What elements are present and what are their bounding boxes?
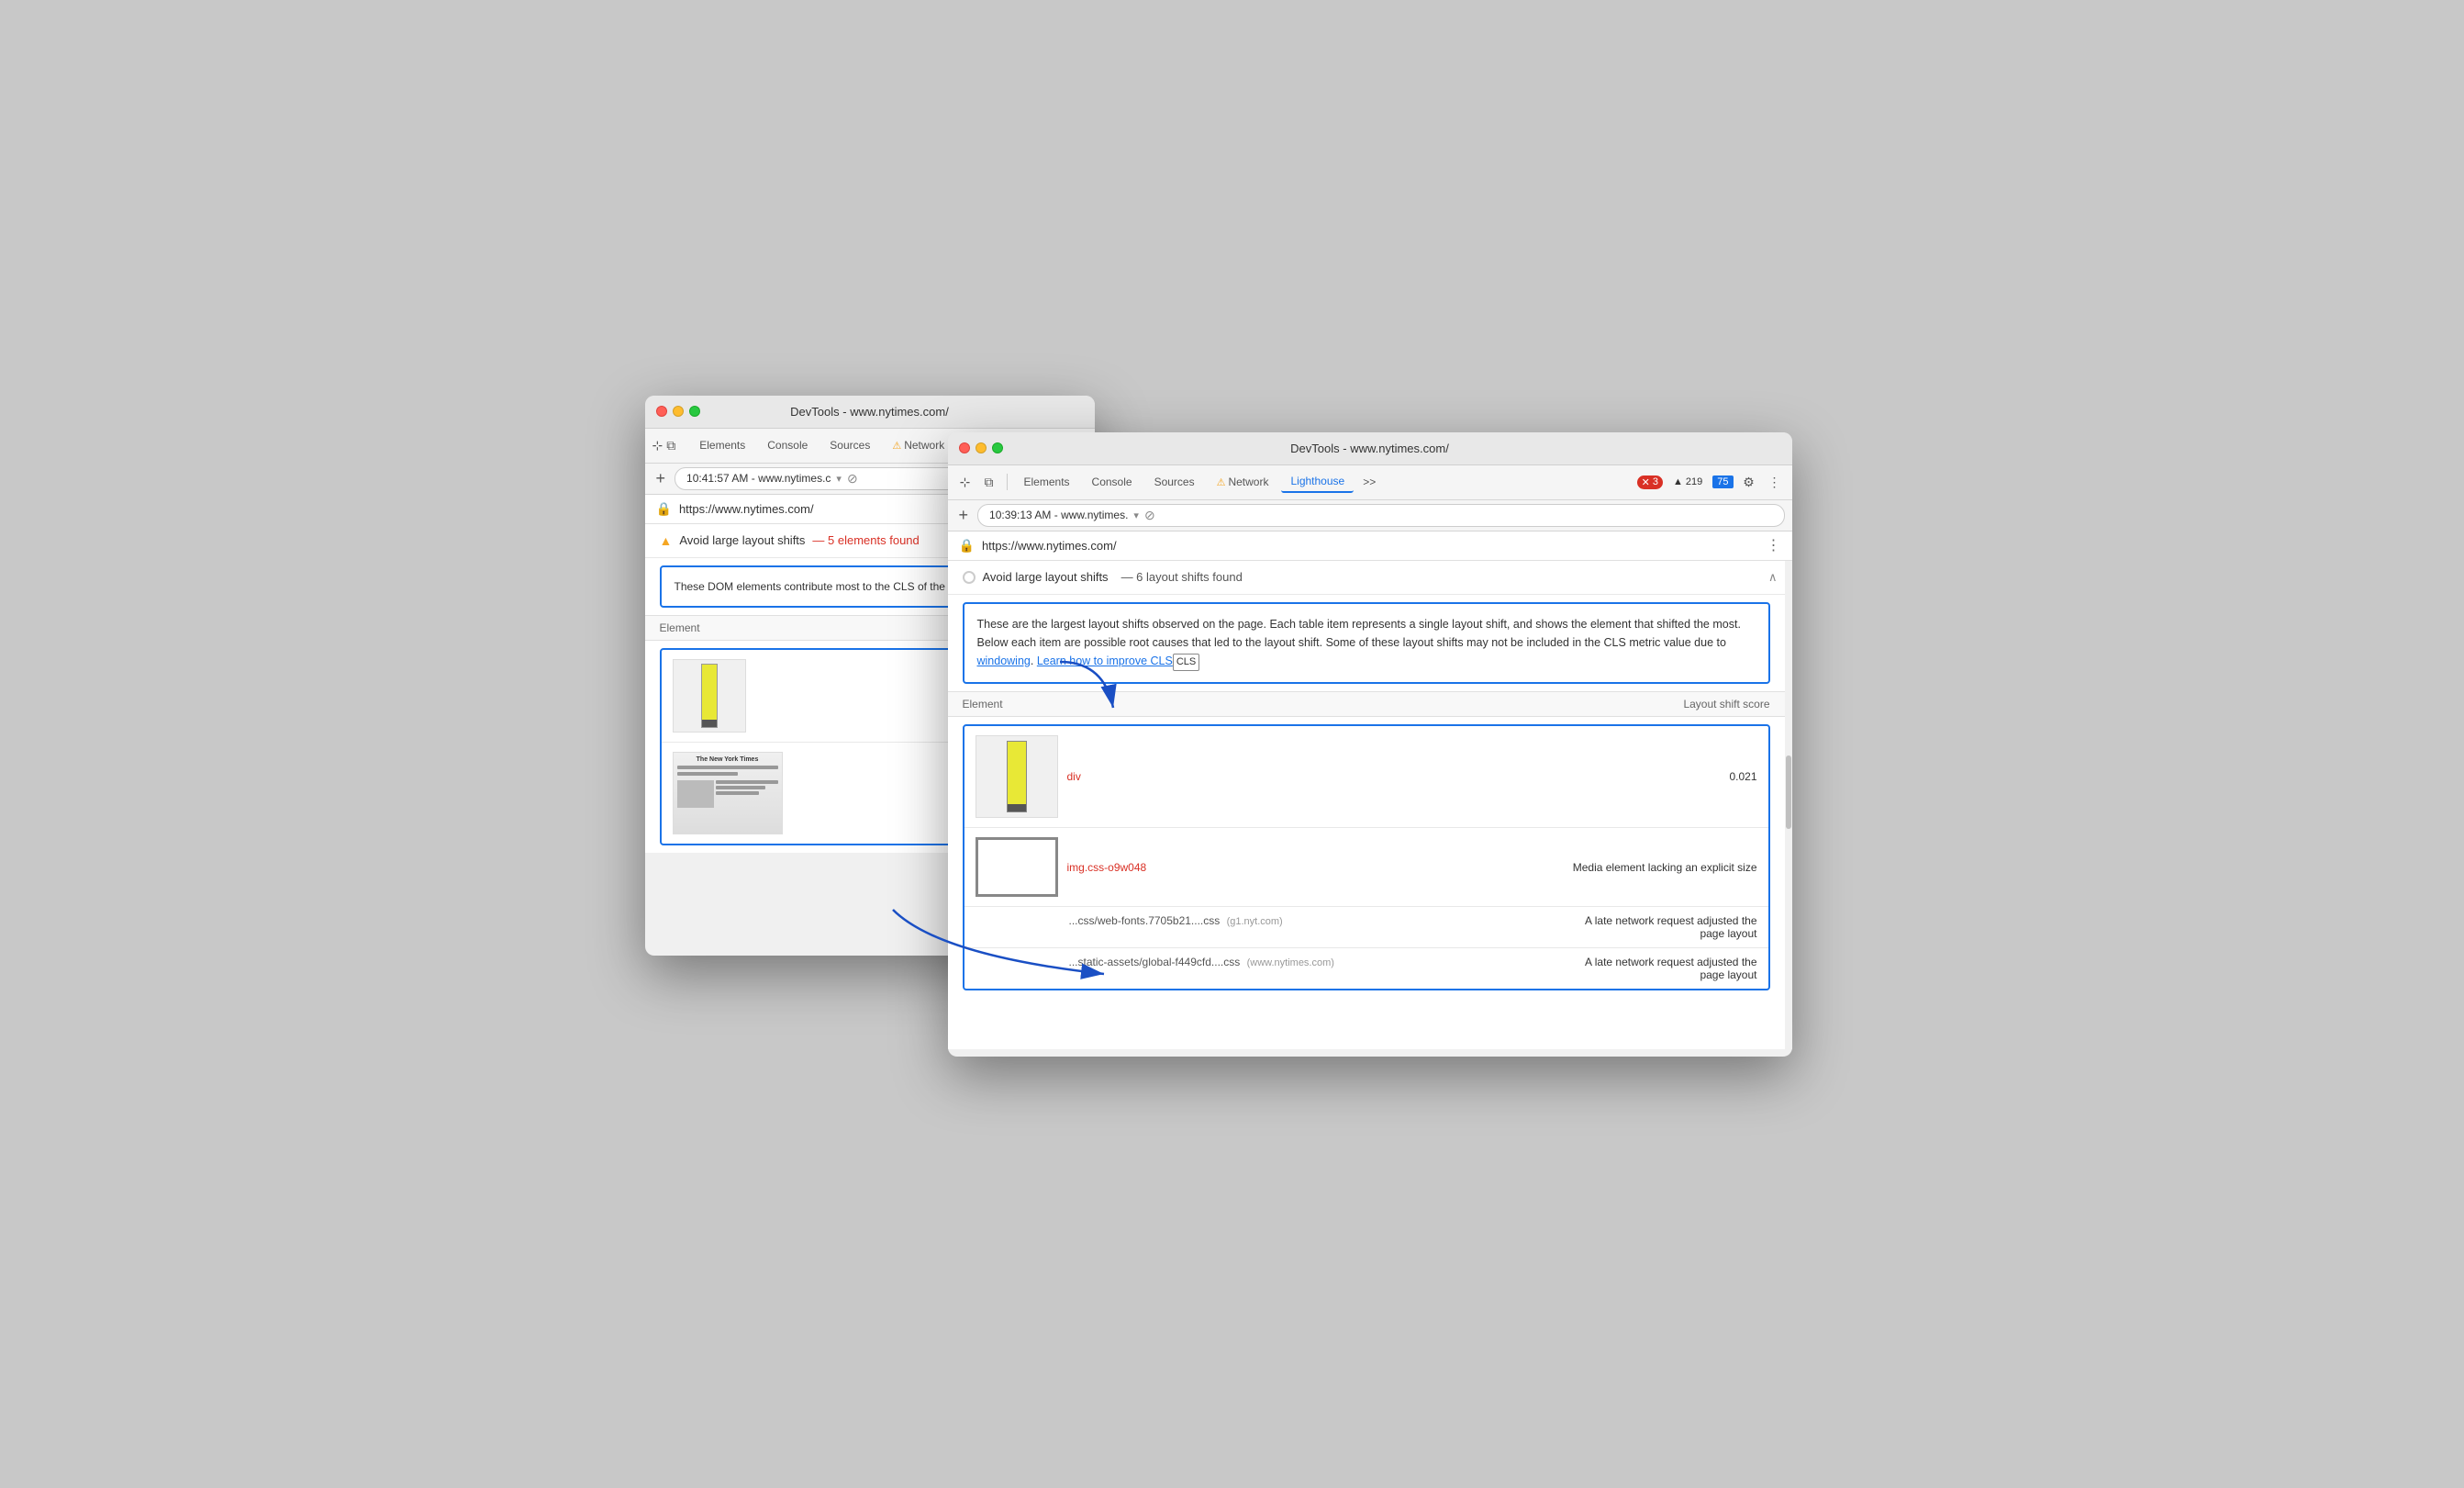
network-file-2: ...static-assets/global-f449cfd....css (… [1069, 956, 1334, 968]
audit-count-back: — 5 elements found [812, 533, 919, 547]
sub-tag-front: img.css-o9w048 [1067, 861, 1147, 874]
dropdown-icon-front[interactable]: ▾ [1133, 509, 1139, 521]
new-tab-button-front[interactable]: + [955, 506, 973, 525]
tab-network-back[interactable]: ⚠ Network [883, 435, 953, 455]
tab-elements-front[interactable]: Elements [1015, 472, 1079, 492]
network-file-1: ...css/web-fonts.7705b21....css (g1.nyt.… [1069, 914, 1283, 927]
sub-element-row-front: img.css-o9w048 Media element lacking an … [964, 828, 1768, 907]
element-thumb-2-back: The New York Times [673, 752, 783, 834]
audit-row-front: Avoid large layout shifts — 6 layout shi… [948, 561, 1792, 595]
tall-bar-front [1007, 741, 1027, 812]
url-text-front: https://www.nytimes.com/ [982, 539, 1759, 553]
addressbar-front: + 10:39:13 AM - www.nytimes. ▾ ⊘ [948, 500, 1792, 531]
titlebar-back: DevTools - www.nytimes.com/ [645, 396, 1095, 429]
traffic-lights-back [656, 406, 700, 417]
url-lock-icon-front: 🔒 [959, 538, 975, 554]
address-time-front: 10:39:13 AM - www.nytimes. [989, 509, 1128, 521]
desc-box-front: These are the largest layout shifts obse… [963, 602, 1770, 685]
scrollbar-thumb-front[interactable] [1786, 755, 1791, 829]
urlbar-front: 🔒 https://www.nytimes.com/ ⋮ [948, 531, 1792, 561]
th-score-front: Layout shift score [1683, 698, 1769, 710]
main-thumb-front [976, 735, 1058, 818]
tab-network-front[interactable]: ⚠ Network [1208, 472, 1278, 492]
main-element-row-front: div 0.021 [964, 726, 1768, 828]
element-section-front: div 0.021 img.css-o9w048 Media element l… [963, 724, 1770, 990]
audit-title-front: Avoid large layout shifts [983, 570, 1109, 584]
network-desc-2: A late network request adjusted the page… [1585, 956, 1756, 981]
sub-desc-front: Media element lacking an explicit size [1573, 861, 1757, 874]
tab-sources-back[interactable]: Sources [820, 435, 879, 455]
audit-circle-front [963, 571, 976, 584]
network-warning-icon: ⚠ [892, 440, 901, 452]
audit-title-back: Avoid large layout shifts [679, 533, 805, 547]
close-button-back[interactable] [656, 406, 667, 417]
tab-console-back[interactable]: Console [758, 435, 817, 455]
layers-icon-front[interactable]: ⧉ [979, 472, 999, 492]
tab-elements-back[interactable]: Elements [690, 435, 754, 455]
stop-icon-front[interactable]: ⊘ [1144, 508, 1155, 523]
cls-badge: CLS [1173, 654, 1199, 672]
element-thumb-1-back [673, 659, 746, 733]
tab-lighthouse-front[interactable]: Lighthouse [1281, 471, 1354, 493]
more-icon-front[interactable]: ⋮ [1765, 472, 1785, 492]
audit-count-front: — 6 layout shifts found [1121, 570, 1243, 584]
network-warning-icon-front: ⚠ [1217, 476, 1226, 488]
tab-sources-front[interactable]: Sources [1145, 472, 1204, 492]
window-title-front: DevTools - www.nytimes.com/ [1290, 442, 1449, 455]
th-element-front: Element [963, 698, 1684, 710]
new-tab-button-back[interactable]: + [652, 469, 670, 488]
urlbar-more-icon-front[interactable]: ⋮ [1767, 536, 1781, 554]
table-header-front: Element Layout shift score [948, 691, 1792, 717]
minimize-button-back[interactable] [673, 406, 684, 417]
thumb-tall-back [701, 664, 718, 728]
stop-icon-back[interactable]: ⊘ [847, 471, 858, 487]
settings-icon-front[interactable]: ⚙ [1739, 472, 1759, 492]
address-time-back: 10:41:57 AM - www.nytimes.c [686, 472, 831, 485]
devtools-window-front: DevTools - www.nytimes.com/ ⊹ ⧉ Elements… [948, 432, 1792, 1057]
desc-text-front: These are the largest layout shifts obse… [977, 618, 1741, 649]
layers-icon[interactable]: ⧉ [666, 435, 675, 455]
url-warning-icon-back: 🔒 [656, 501, 672, 517]
network-row-2-front: ...static-assets/global-f449cfd....css (… [964, 948, 1768, 989]
windowing-link[interactable]: windowing [977, 654, 1031, 667]
info-badge-front: 75 [1712, 475, 1733, 488]
address-field-front[interactable]: 10:39:13 AM - www.nytimes. ▾ ⊘ [977, 504, 1784, 527]
sub-thumb-front [976, 837, 1058, 897]
main-score-front: 0.021 [1729, 770, 1756, 783]
content-front: Avoid large layout shifts — 6 layout shi… [948, 561, 1792, 1049]
close-button-front[interactable] [959, 442, 970, 453]
minimize-button-front[interactable] [976, 442, 987, 453]
warning-badge-front: ▲ 219 [1668, 475, 1707, 488]
network-row-1-front: ...css/web-fonts.7705b21....css (g1.nyt.… [964, 907, 1768, 948]
audit-warning-icon-back: ▲ [660, 533, 673, 548]
toolbar-right-front: ✕ 3 ▲ 219 75 ⚙ ⋮ [1637, 472, 1785, 492]
network-desc-1: A late network request adjusted the page… [1585, 914, 1756, 940]
cursor-icon[interactable]: ⊹ [652, 435, 663, 455]
cursor-icon-front[interactable]: ⊹ [955, 472, 976, 492]
window-title-back: DevTools - www.nytimes.com/ [790, 405, 949, 419]
thumb-newspaper-back: The New York Times [674, 753, 782, 834]
error-badge-front: ✕ 3 [1637, 475, 1663, 489]
more-tabs-front[interactable]: >> [1357, 472, 1381, 492]
main-tag-front: div [1067, 770, 1081, 783]
learn-cls-link[interactable]: Learn how to improve CLS [1037, 654, 1173, 667]
maximize-button-front[interactable] [992, 442, 1003, 453]
toolbar-separator-front [1007, 474, 1008, 490]
scrollbar-track-front [1785, 561, 1792, 1049]
traffic-lights-front [959, 442, 1003, 453]
titlebar-front: DevTools - www.nytimes.com/ [948, 432, 1792, 465]
tab-console-front[interactable]: Console [1083, 472, 1142, 492]
toolbar-front: ⊹ ⧉ Elements Console Sources ⚠ Network L… [948, 465, 1792, 500]
dropdown-icon-back[interactable]: ▾ [836, 473, 842, 485]
maximize-button-back[interactable] [689, 406, 700, 417]
audit-collapse-front[interactable]: ∧ [1768, 570, 1778, 585]
